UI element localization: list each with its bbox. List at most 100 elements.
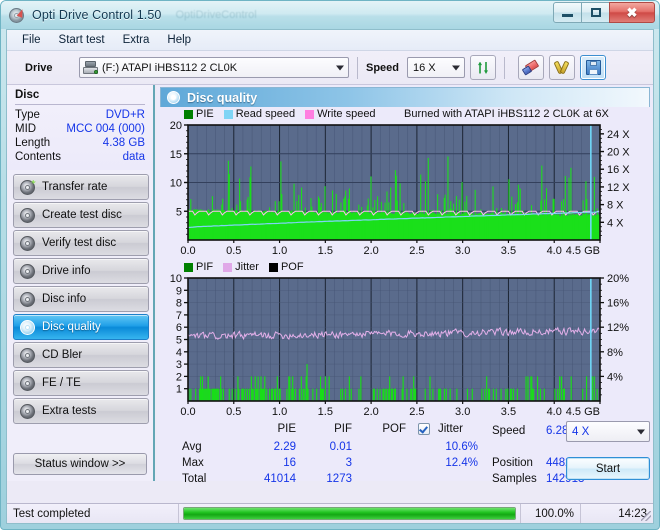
tools-icon [553, 60, 570, 75]
svg-text:4.5 GB: 4.5 GB [566, 245, 600, 257]
sidebar-item-fe-te[interactable]: FE / TE [13, 370, 149, 396]
disc-icon [20, 403, 35, 419]
stats-header-pof: POF [382, 423, 406, 435]
svg-text:1.5: 1.5 [318, 406, 333, 418]
eraser-icon [521, 58, 540, 76]
svg-text:0.0: 0.0 [180, 406, 195, 418]
clear-button[interactable] [518, 55, 545, 80]
content-header: Disc quality [160, 87, 650, 107]
drive-select-value: (F:) ATAPI iHBS112 2 CL0K [102, 61, 238, 74]
disc-mid-value: MCC 004 (000) [66, 123, 145, 135]
stats-max-pif: 3 [345, 457, 352, 469]
svg-text:4.0: 4.0 [547, 245, 562, 257]
svg-text:4%: 4% [607, 371, 623, 383]
sidebar-item-create-test-disc[interactable]: Create test disc [13, 202, 149, 228]
disc-icon [20, 263, 35, 279]
maximize-button[interactable] [581, 2, 610, 23]
minimize-button[interactable] [553, 2, 582, 23]
legend-label-read-speed: Read speed [235, 108, 296, 120]
stats-row-label-total: Total [182, 473, 207, 485]
menu-file[interactable]: File [13, 31, 50, 49]
window-title: Opti Drive Control 1.50 [32, 8, 162, 22]
disc-row-contents: Contents data [15, 150, 145, 164]
disc-row-length: Length 4.38 GB [15, 136, 145, 150]
chevron-down-icon [637, 429, 645, 434]
svg-text:20: 20 [170, 121, 182, 132]
app-icon [9, 7, 26, 24]
svg-text:2.5: 2.5 [409, 245, 424, 257]
content-panel: Disc quality PIE Read speed Write speed [157, 85, 653, 485]
sidebar-item-label: Drive info [42, 265, 91, 277]
start-button[interactable]: Start [566, 457, 650, 480]
jitter-checkbox[interactable] [418, 423, 430, 435]
menu-start-test[interactable]: Start test [50, 31, 114, 49]
sidebar-item-disc-info[interactable]: Disc info [13, 286, 149, 312]
pif-chart[interactable]: 10 9 8 7 6 5 4 3 2 1 20% 16% 12% 8% 4% 0.0 0.5 1.0 1.5 2.0 2… [160, 274, 650, 419]
disc-icon [20, 291, 35, 307]
speed-select-value: 16 X [413, 61, 436, 74]
sidebar-item-label: CD Bler [42, 349, 83, 361]
svg-text:1.0: 1.0 [272, 406, 287, 418]
toolbar-separator-1 [357, 56, 358, 79]
sidebar-item-disc-quality[interactable]: Disc quality [13, 314, 149, 340]
svg-text:8: 8 [176, 298, 182, 310]
sidebar-item-label: Disc quality [42, 321, 101, 333]
sidebar-item-drive-info[interactable]: Drive info [13, 258, 149, 284]
svg-text:1.0: 1.0 [272, 245, 287, 257]
close-button[interactable]: ✖ [609, 2, 655, 23]
disc-icon [20, 375, 35, 391]
legend-swatch-read-speed [223, 109, 233, 119]
save-icon [585, 60, 601, 75]
svg-text:5: 5 [176, 335, 182, 347]
main-area: Disc Type DVD+R MID MCC 004 (000) Length… [7, 85, 653, 485]
legend-swatch-jitter [223, 262, 233, 272]
stats-row-label-max: Max [182, 457, 204, 469]
disc-row-type: Type DVD+R [15, 108, 145, 122]
status-text: Test completed [7, 504, 179, 523]
svg-text:0.5: 0.5 [226, 245, 241, 257]
disc-panel-title: Disc [15, 88, 145, 105]
refresh-button[interactable] [470, 55, 497, 80]
legend-swatch-pif [184, 262, 193, 272]
stats-avg-pif: 0.01 [329, 441, 352, 453]
drive-select[interactable]: (F:) ATAPI iHBS112 2 CL0K [79, 57, 349, 78]
svg-text:3.0: 3.0 [455, 406, 470, 418]
sidebar-item-verify-test-disc[interactable]: Verify test disc [13, 230, 149, 256]
toolbar: Drive (F:) ATAPI iHBS112 2 CL0K Speed 16… [7, 51, 653, 85]
disc-icon [20, 179, 36, 195]
menu-help[interactable]: Help [158, 31, 200, 49]
save-button[interactable] [580, 55, 607, 80]
pie-chart[interactable]: 20 15 10 5 24 X 20 X 16 X 12 X 8 X 4 X 0.0 0.5 1.0 1.… [160, 121, 650, 258]
sidebar-item-extra-tests[interactable]: Extra tests [13, 398, 149, 424]
resize-grip-icon[interactable] [641, 511, 651, 521]
sidebar-item-cd-bler[interactable]: CD Bler [13, 342, 149, 368]
svg-text:3.5: 3.5 [501, 406, 516, 418]
status-window-button[interactable]: Status window >> [13, 453, 147, 475]
speed-select[interactable]: 16 X [407, 57, 466, 78]
stats-header-pif: PIF [334, 423, 352, 435]
sidebar-item-label: Transfer rate [42, 181, 108, 193]
page-title: Disc quality [187, 90, 258, 105]
drive-label: Drive [25, 61, 53, 74]
disc-icon [20, 235, 35, 251]
svg-text:16%: 16% [607, 298, 629, 310]
sidebar-item-label: Create test disc [42, 209, 122, 221]
disc-icon [20, 319, 35, 335]
maximize-icon [590, 8, 601, 17]
disc-contents-label: Contents [15, 151, 62, 163]
svg-text:0.5: 0.5 [226, 406, 241, 418]
read-speed-select[interactable]: 4 X [566, 421, 650, 442]
sidebar-item-transfer-rate[interactable]: Transfer rate [13, 174, 149, 200]
menu-extra[interactable]: Extra [114, 31, 159, 49]
progress-bar [179, 504, 521, 523]
disc-length-label: Length [15, 137, 51, 149]
stats-total-pie: 41014 [264, 473, 296, 485]
legend-write-speed: Write speed [305, 108, 376, 120]
progress-fill [184, 508, 515, 519]
svg-text:1: 1 [176, 384, 182, 396]
settings-button[interactable] [549, 55, 576, 80]
stats-row-label-avg: Avg [182, 441, 202, 453]
drive-icon [83, 61, 98, 74]
window-ghost-title: OptiDriveControl [175, 9, 257, 21]
svg-text:9: 9 [176, 285, 182, 297]
